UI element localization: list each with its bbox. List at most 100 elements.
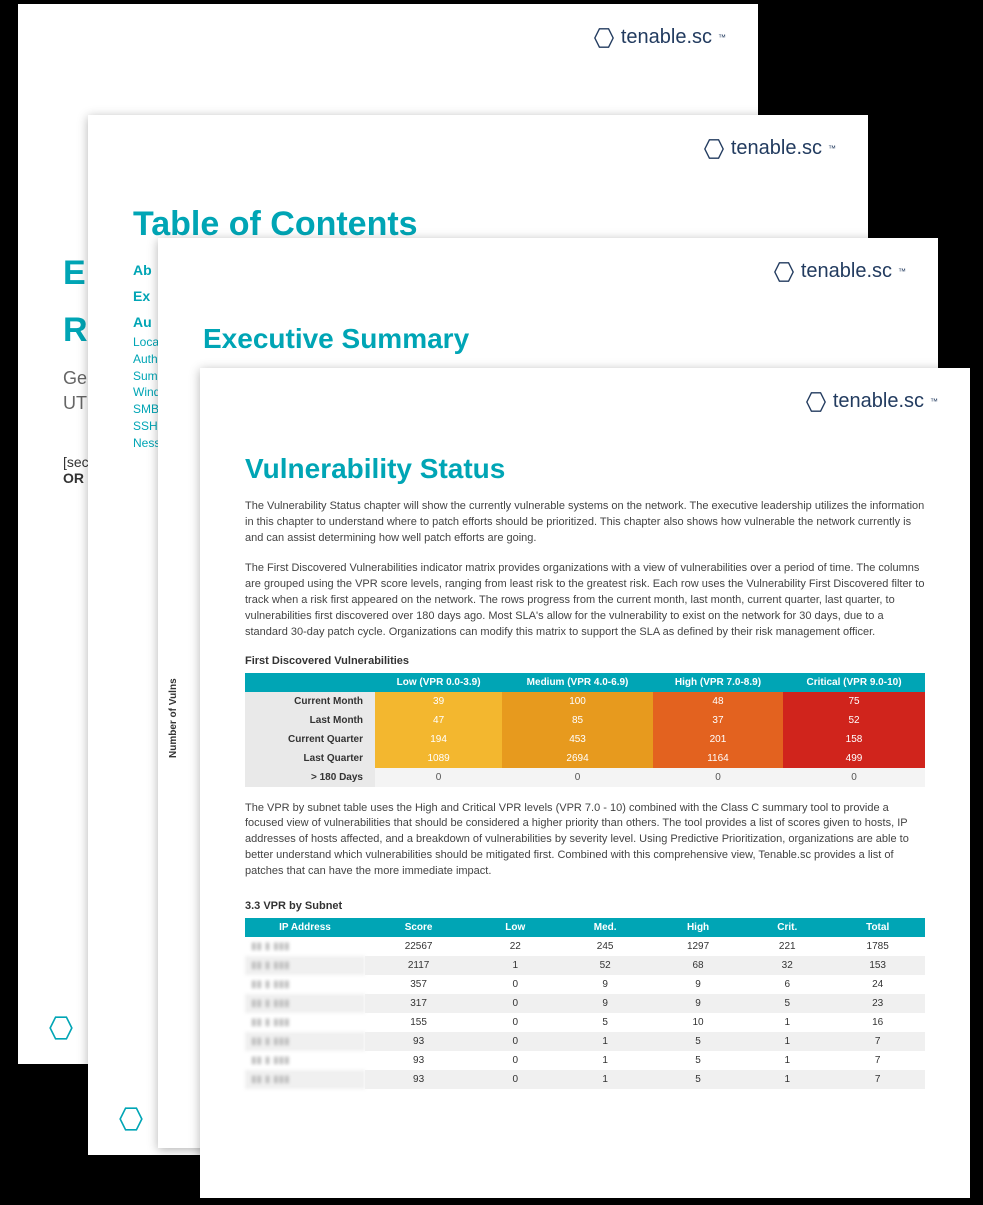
fdv-row: Last Month47853752 xyxy=(245,711,925,730)
subnet-score-cell: 155 xyxy=(365,1013,472,1032)
fdv-row: Last Quarter108926941164499 xyxy=(245,749,925,768)
fdv-cell: 39 xyxy=(375,692,502,711)
fdv-cell: 100 xyxy=(502,692,653,711)
subnet-header-cell: Low xyxy=(472,918,558,937)
subnet-score-cell: 93 xyxy=(365,1032,472,1051)
subnet-cell: 1297 xyxy=(652,937,744,956)
subnet-total-cell: 7 xyxy=(830,1070,925,1089)
fdv-cell: 0 xyxy=(653,768,783,787)
subnet-ip-cell: ▮▮ ▮ ▮▮▮ xyxy=(245,994,365,1013)
subnet-total-cell: 153 xyxy=(830,956,925,975)
brand-logo: tenable.sc ™ xyxy=(593,26,726,49)
subnet-cell: 1 xyxy=(558,1032,652,1051)
fdv-cell: 1164 xyxy=(653,749,783,768)
subnet-cell: 5 xyxy=(652,1051,744,1070)
vuln-intro-1: The Vulnerability Status chapter will sh… xyxy=(245,499,925,547)
brand-name: tenable.sc xyxy=(833,390,924,413)
fdv-cell: 158 xyxy=(783,730,925,749)
subnet-cell: 1 xyxy=(744,1070,830,1089)
fdv-cell: 2694 xyxy=(502,749,653,768)
brand-logo: tenable.sc ™ xyxy=(703,137,836,160)
subnet-cell: 0 xyxy=(472,1051,558,1070)
fdv-row-label: Current Quarter xyxy=(245,730,375,749)
subnet-ip-cell: ▮▮ ▮ ▮▮▮ xyxy=(245,975,365,994)
subnet-cell: 0 xyxy=(472,975,558,994)
subnet-cell: 52 xyxy=(558,956,652,975)
vuln-intro-2: The First Discovered Vulnerabilities ind… xyxy=(245,561,925,641)
subnet-cell: 1 xyxy=(744,1032,830,1051)
subnet-cell: 221 xyxy=(744,937,830,956)
subnet-score-cell: 93 xyxy=(365,1070,472,1089)
trademark: ™ xyxy=(930,397,938,406)
subnet-score-cell: 357 xyxy=(365,975,472,994)
subnet-row: ▮▮ ▮ ▮▮▮357099624 xyxy=(245,975,925,994)
subnet-header-cell: Med. xyxy=(558,918,652,937)
report-page-4: tenable.sc ™ Vulnerability Status The Vu… xyxy=(200,368,970,1198)
subnet-header-cell: High xyxy=(652,918,744,937)
trademark: ™ xyxy=(898,267,906,276)
fdv-row-label: > 180 Days xyxy=(245,768,375,787)
vpr-subnet-para: The VPR by subnet table uses the High an… xyxy=(245,801,925,881)
subnet-cell: 1 xyxy=(744,1013,830,1032)
subnet-cell: 6 xyxy=(744,975,830,994)
subnet-table: IP AddressScoreLowMed.HighCrit.Total ▮▮ … xyxy=(245,918,925,1089)
subnet-cell: 5 xyxy=(744,994,830,1013)
subnet-row: ▮▮ ▮ ▮▮▮225672224512972211785 xyxy=(245,937,925,956)
subnet-ip-cell: ▮▮ ▮ ▮▮▮ xyxy=(245,1070,365,1089)
subnet-ip-cell: ▮▮ ▮ ▮▮▮ xyxy=(245,1013,365,1032)
subnet-cell: 9 xyxy=(652,975,744,994)
fdv-cell: 1089 xyxy=(375,749,502,768)
hexagon-icon xyxy=(703,138,725,160)
subnet-cell: 1 xyxy=(558,1051,652,1070)
fdv-header-cell: Medium (VPR 4.0-6.9) xyxy=(502,673,653,692)
subnet-cell: 0 xyxy=(472,994,558,1013)
subnet-row: ▮▮ ▮ ▮▮▮21171526832153 xyxy=(245,956,925,975)
subnet-cell: 5 xyxy=(652,1032,744,1051)
fdv-header-cell: Low (VPR 0.0-3.9) xyxy=(375,673,502,692)
fdv-cell: 499 xyxy=(783,749,925,768)
subnet-score-cell: 317 xyxy=(365,994,472,1013)
subnet-cell: 10 xyxy=(652,1013,744,1032)
fdv-header-cell: Critical (VPR 9.0-10) xyxy=(783,673,925,692)
subnet-total-cell: 16 xyxy=(830,1013,925,1032)
page1-or: OR xyxy=(63,470,84,486)
subnet-cell: 0 xyxy=(472,1032,558,1051)
exec-summary-title: Executive Summary xyxy=(203,323,893,355)
subnet-row: ▮▮ ▮ ▮▮▮317099523 xyxy=(245,994,925,1013)
brand-name: tenable.sc xyxy=(731,137,822,160)
subnet-header-cell: IP Address xyxy=(245,918,365,937)
subnet-total-cell: 23 xyxy=(830,994,925,1013)
fdv-row-label: Last Month xyxy=(245,711,375,730)
fdv-cell: 85 xyxy=(502,711,653,730)
fdv-row-label: Last Quarter xyxy=(245,749,375,768)
subnet-total-cell: 1785 xyxy=(830,937,925,956)
fdv-cell: 0 xyxy=(502,768,653,787)
subnet-ip-cell: ▮▮ ▮ ▮▮▮ xyxy=(245,956,365,975)
subnet-row: ▮▮ ▮ ▮▮▮9301517 xyxy=(245,1032,925,1051)
subnet-cell: 0 xyxy=(472,1013,558,1032)
subnet-header-cell: Crit. xyxy=(744,918,830,937)
hexagon-icon xyxy=(593,27,615,49)
fdv-row-label: Current Month xyxy=(245,692,375,711)
subnet-score-cell: 22567 xyxy=(365,937,472,956)
brand-name: tenable.sc xyxy=(801,260,892,283)
subnet-cell: 5 xyxy=(558,1013,652,1032)
fdv-header-row: Low (VPR 0.0-3.9)Medium (VPR 4.0-6.9)Hig… xyxy=(245,673,925,692)
fdv-cell: 47 xyxy=(375,711,502,730)
brand-logo: tenable.sc ™ xyxy=(805,390,938,413)
chart-y-axis-label: Number of Vulns xyxy=(168,678,179,758)
fdv-row: Current Month391004875 xyxy=(245,692,925,711)
page1-bracket-text: [sec xyxy=(63,454,89,470)
fdv-header-cell xyxy=(245,673,375,692)
subnet-cell: 245 xyxy=(558,937,652,956)
hexagon-icon xyxy=(773,261,795,283)
subnet-total-cell: 7 xyxy=(830,1051,925,1070)
subnet-cell: 9 xyxy=(558,975,652,994)
footer-hexagon-icon xyxy=(48,1015,74,1046)
brand-logo: tenable.sc ™ xyxy=(773,260,906,283)
fdv-cell: 37 xyxy=(653,711,783,730)
subnet-ip-cell: ▮▮ ▮ ▮▮▮ xyxy=(245,1051,365,1070)
subnet-score-cell: 93 xyxy=(365,1051,472,1070)
fdv-cell: 194 xyxy=(375,730,502,749)
fdv-table: Low (VPR 0.0-3.9)Medium (VPR 4.0-6.9)Hig… xyxy=(245,673,925,787)
